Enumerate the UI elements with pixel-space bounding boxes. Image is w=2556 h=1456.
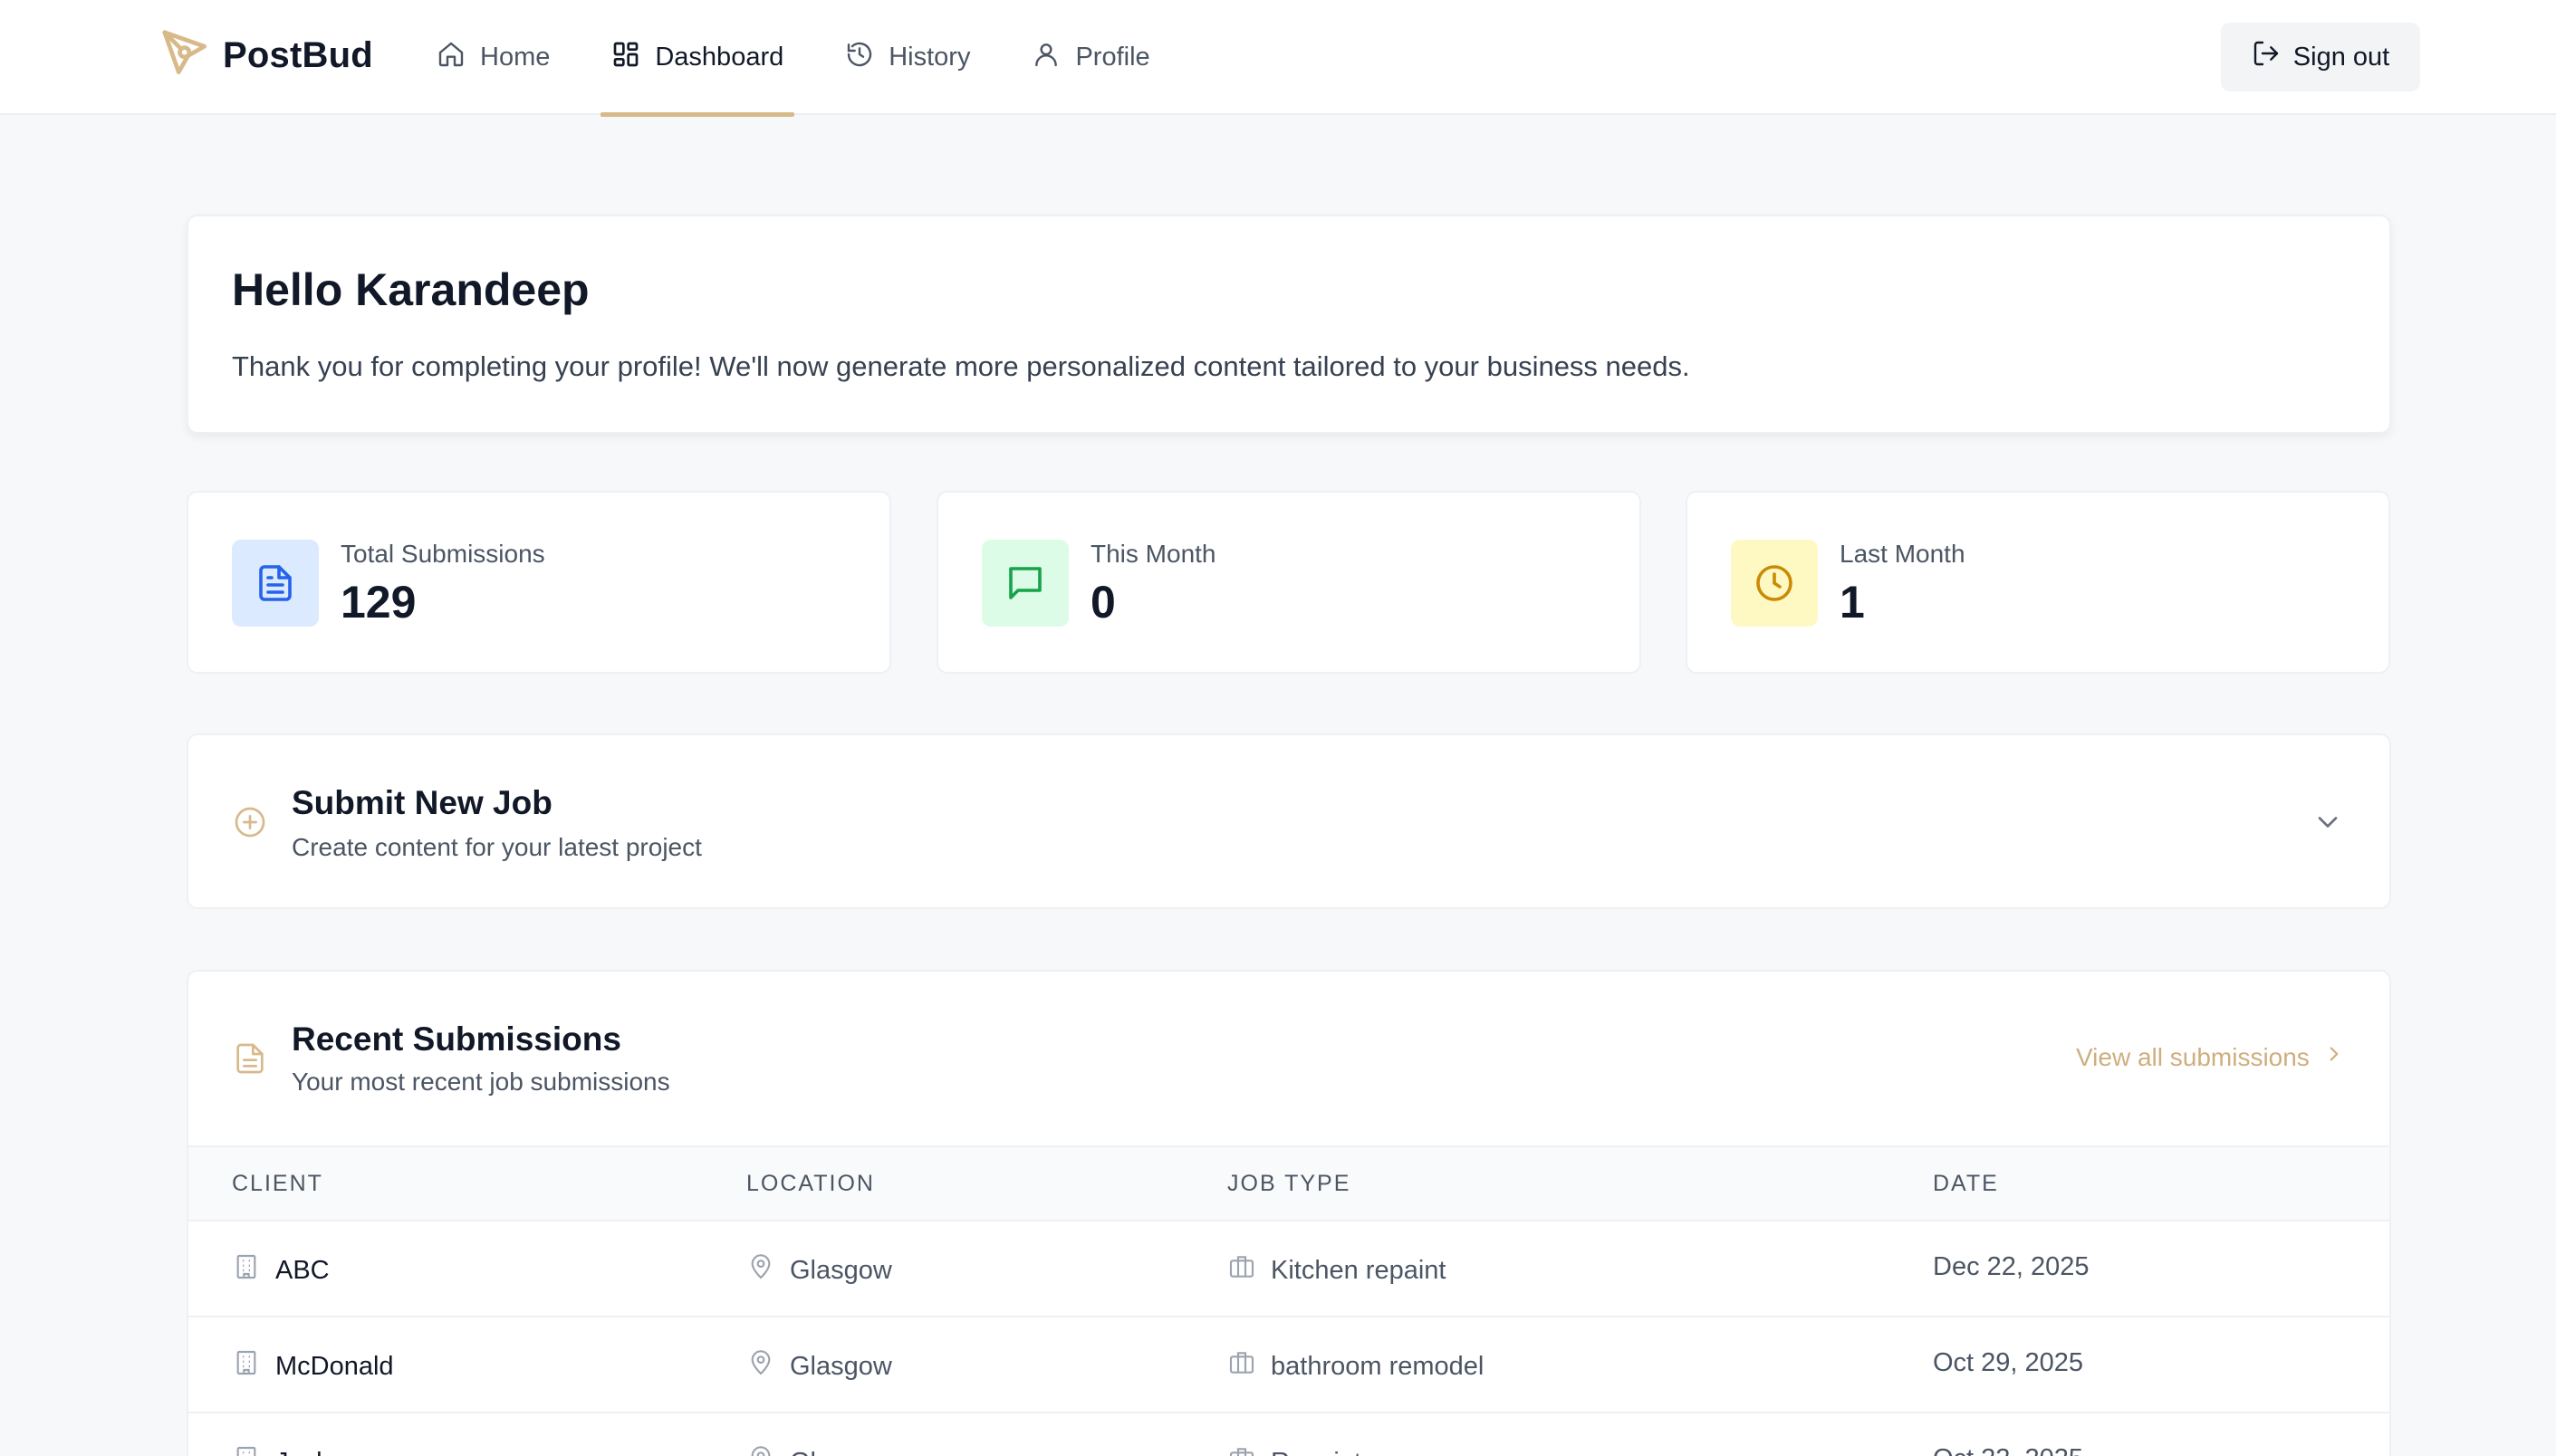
job-type-name: Kitchen repaint — [1271, 1255, 1446, 1285]
stat-card-total-submissions: Total Submissions 129 — [187, 491, 891, 674]
location-cell: Glasgow — [746, 1348, 892, 1384]
column-header-client: CLIENT — [232, 1171, 323, 1196]
main-nav: Home Dashboard History Profile — [426, 0, 1201, 117]
location-name: Glasgow — [790, 1255, 892, 1285]
location-name: Glasgow — [790, 1351, 892, 1381]
job-type-name: Repaint — [1271, 1448, 1361, 1456]
stat-value: 1 — [1840, 577, 1865, 627]
building-icon — [232, 1348, 275, 1384]
job-type-cell: Kitchen repaint — [1227, 1252, 1446, 1288]
nav-item-home[interactable]: Home — [426, 0, 561, 115]
stat-value: 0 — [1091, 577, 1116, 627]
submit-job-subtitle: Create content for your latest project — [292, 833, 702, 861]
home-icon — [437, 40, 480, 76]
stat-value: 129 — [341, 577, 417, 627]
table-row[interactable]: ABC Glasgow Kitchen repaint Dec 22, 2025 — [188, 1220, 2389, 1316]
client-cell: McDonald — [232, 1348, 394, 1384]
map-pin-icon — [746, 1252, 790, 1288]
map-pin-icon — [746, 1348, 790, 1384]
job-type-name: bathroom remodel — [1271, 1351, 1485, 1381]
column-header-location: LOCATION — [746, 1171, 875, 1196]
client-cell: Jackson — [232, 1444, 371, 1456]
document-icon — [232, 540, 319, 627]
submit-new-job-toggle[interactable]: Submit New Job Create content for your l… — [187, 733, 2391, 909]
table-row[interactable]: McDonald Glasgow bathroom remodel Oct 29… — [188, 1316, 2389, 1412]
column-header-job-type: JOB TYPE — [1227, 1171, 1351, 1196]
message-icon — [982, 540, 1069, 627]
building-icon — [232, 1444, 275, 1456]
nav-label: Dashboard — [655, 43, 784, 72]
briefcase-icon — [1227, 1252, 1271, 1288]
top-navigation-bar: PostBud Home Dashboard History Profile S… — [0, 0, 2556, 117]
recent-submissions-subtitle: Your most recent job submissions — [292, 1068, 670, 1096]
stat-label: This Month — [1091, 540, 1216, 568]
job-type-cell: Repaint — [1227, 1444, 1361, 1456]
location-cell: Glasgow — [746, 1444, 892, 1456]
recent-submissions-title: Recent Submissions — [292, 1020, 621, 1058]
stat-card-last-month: Last Month 1 — [1686, 491, 2390, 674]
nav-label: Home — [480, 43, 551, 72]
view-all-label: View all submissions — [2076, 1042, 2310, 1071]
sign-out-label: Sign out — [2292, 42, 2390, 72]
nav-label: History — [889, 43, 971, 72]
recent-submissions-card: Recent Submissions Your most recent job … — [187, 970, 2391, 1456]
nav-label: Profile — [1075, 43, 1150, 72]
nav-item-profile[interactable]: Profile — [1021, 0, 1160, 115]
plus-circle-icon — [232, 804, 268, 840]
log-out-icon — [2252, 39, 2293, 75]
client-name: ABC — [275, 1255, 330, 1285]
stat-label: Last Month — [1840, 540, 1965, 568]
history-icon — [845, 40, 889, 76]
table-header: CLIENT LOCATION JOB TYPE DATE — [188, 1145, 2389, 1220]
stat-label: Total Submissions — [341, 540, 545, 568]
clock-icon — [1731, 540, 1818, 627]
nav-item-dashboard[interactable]: Dashboard — [601, 0, 795, 117]
view-all-submissions-link[interactable]: View all submissions — [2076, 1042, 2346, 1072]
map-pin-icon — [746, 1444, 790, 1456]
location-cell: Glasgow — [746, 1252, 892, 1288]
welcome-title: Hello Karandeep — [232, 264, 590, 315]
job-type-cell: bathroom remodel — [1227, 1348, 1484, 1384]
pen-nib-logo-icon — [158, 25, 214, 86]
client-name: McDonald — [275, 1351, 394, 1381]
client-cell: ABC — [232, 1252, 330, 1288]
brand-logo-link[interactable]: PostBud — [158, 25, 373, 86]
submit-job-title: Submit New Job — [292, 784, 553, 821]
welcome-message: Thank you for completing your profile! W… — [232, 350, 1690, 382]
building-icon — [232, 1252, 275, 1288]
chevron-down-icon[interactable] — [2311, 806, 2344, 838]
briefcase-icon — [1227, 1348, 1271, 1384]
briefcase-icon — [1227, 1444, 1271, 1456]
date-cell: Oct 22, 2025 — [1933, 1444, 2083, 1456]
nav-item-history[interactable]: History — [834, 0, 981, 115]
chevron-right-icon — [2310, 1042, 2346, 1072]
date-cell: Dec 22, 2025 — [1933, 1252, 2090, 1281]
user-icon — [1032, 40, 1075, 76]
date-cell: Oct 29, 2025 — [1933, 1348, 2084, 1377]
client-name: Jackson — [275, 1448, 371, 1456]
brand-name: PostBud — [223, 35, 373, 75]
document-icon — [232, 1040, 268, 1077]
sign-out-button[interactable]: Sign out — [2221, 23, 2420, 91]
location-name: Glasgow — [790, 1448, 892, 1456]
stat-card-this-month: This Month 0 — [937, 491, 1641, 674]
table-row[interactable]: Jackson Glasgow Repaint Oct 22, 2025 — [188, 1412, 2389, 1456]
column-header-date: DATE — [1933, 1171, 1999, 1196]
welcome-card: Hello Karandeep Thank you for completing… — [187, 215, 2391, 434]
dashboard-grid-icon — [611, 40, 655, 76]
